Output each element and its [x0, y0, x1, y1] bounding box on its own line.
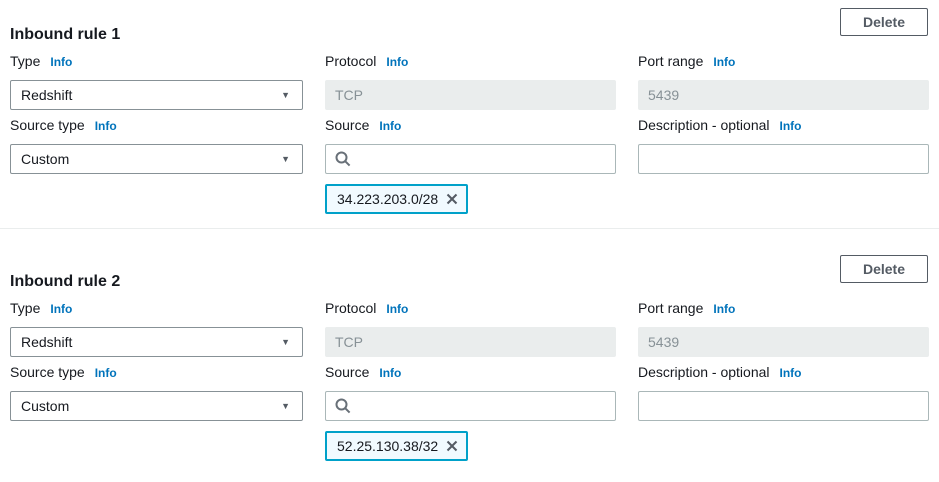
delete-rule-button[interactable]: Delete: [840, 255, 928, 283]
rule-form-grid: Type Info Protocol Info Port range Info …: [10, 46, 928, 214]
delete-rule-button[interactable]: Delete: [840, 8, 928, 36]
source-cidr-token-text: 34.223.203.0/28: [337, 191, 438, 207]
protocol-input: [325, 327, 616, 357]
type-label-text: Type: [10, 52, 40, 70]
rule-title: Inbound rule 2: [10, 271, 120, 293]
source-label: Source Info: [325, 116, 616, 134]
source-type-select[interactable]: Custom ▼: [10, 144, 303, 174]
port-range-label: Port range Info: [638, 299, 929, 317]
search-icon: [335, 151, 351, 167]
type-info-link[interactable]: Info: [50, 53, 72, 71]
type-label-text: Type: [10, 299, 40, 317]
port-range-info-link[interactable]: Info: [713, 300, 735, 318]
rule-header: Inbound rule 2 Delete: [10, 247, 928, 293]
port-range-label-text: Port range: [638, 299, 703, 317]
rule-title: Inbound rule 1: [10, 24, 120, 46]
type-info-link[interactable]: Info: [50, 300, 72, 318]
source-type-select[interactable]: Custom ▼: [10, 391, 303, 421]
port-range-input: [638, 80, 929, 110]
source-type-info-link[interactable]: Info: [95, 117, 117, 135]
source-label: Source Info: [325, 363, 616, 381]
source-type-label: Source type Info: [10, 363, 303, 381]
source-search-input[interactable]: [351, 392, 615, 420]
source-type-select-value: Custom: [21, 398, 69, 414]
remove-source-token-button[interactable]: [445, 192, 459, 206]
source-cidr-token: 34.223.203.0/28: [325, 184, 468, 214]
description-info-link[interactable]: Info: [780, 364, 802, 382]
port-range-label: Port range Info: [638, 52, 929, 70]
type-select[interactable]: Redshift ▼: [10, 80, 303, 110]
chevron-down-icon: ▼: [281, 154, 290, 164]
description-info-link[interactable]: Info: [780, 117, 802, 135]
protocol-label-text: Protocol: [325, 52, 376, 70]
protocol-input: [325, 80, 616, 110]
port-range-info-link[interactable]: Info: [713, 53, 735, 71]
type-label: Type Info: [10, 52, 303, 70]
description-input[interactable]: [638, 144, 929, 174]
inbound-rule-1-section: Inbound rule 1 Delete Type Info Protocol…: [0, 0, 939, 228]
protocol-label: Protocol Info: [325, 299, 616, 317]
source-type-label-text: Source type: [10, 116, 85, 134]
rule-form-grid: Type Info Protocol Info Port range Info …: [10, 293, 928, 461]
port-range-input: [638, 327, 929, 357]
protocol-label-text: Protocol: [325, 299, 376, 317]
search-icon: [335, 398, 351, 414]
protocol-label: Protocol Info: [325, 52, 616, 70]
source-type-info-link[interactable]: Info: [95, 364, 117, 382]
description-label-text: Description - optional: [638, 116, 770, 134]
source-type-select-value: Custom: [21, 151, 69, 167]
chevron-down-icon: ▼: [281, 90, 290, 100]
source-search-box: [325, 391, 616, 421]
chevron-down-icon: ▼: [281, 401, 290, 411]
type-select-value: Redshift: [21, 334, 72, 350]
protocol-info-link[interactable]: Info: [386, 53, 408, 71]
source-search-box: [325, 144, 616, 174]
description-label-text: Description - optional: [638, 363, 770, 381]
source-info-link[interactable]: Info: [379, 364, 401, 382]
source-type-label: Source type Info: [10, 116, 303, 134]
port-range-label-text: Port range: [638, 52, 703, 70]
close-icon: [445, 439, 459, 453]
type-select-value: Redshift: [21, 87, 72, 103]
protocol-info-link[interactable]: Info: [386, 300, 408, 318]
chevron-down-icon: ▼: [281, 337, 290, 347]
source-cidr-token-text: 52.25.130.38/32: [337, 438, 438, 454]
source-type-label-text: Source type: [10, 363, 85, 381]
rule-header: Inbound rule 1 Delete: [10, 0, 928, 46]
description-label: Description - optional Info: [638, 116, 929, 134]
source-search-input[interactable]: [351, 145, 615, 173]
type-select[interactable]: Redshift ▼: [10, 327, 303, 357]
description-label: Description - optional Info: [638, 363, 929, 381]
source-label-text: Source: [325, 363, 369, 381]
type-label: Type Info: [10, 299, 303, 317]
description-input[interactable]: [638, 391, 929, 421]
source-cidr-token: 52.25.130.38/32: [325, 431, 468, 461]
source-label-text: Source: [325, 116, 369, 134]
inbound-rule-2-section: Inbound rule 2 Delete Type Info Protocol…: [0, 228, 939, 475]
remove-source-token-button[interactable]: [445, 439, 459, 453]
source-info-link[interactable]: Info: [379, 117, 401, 135]
close-icon: [445, 192, 459, 206]
